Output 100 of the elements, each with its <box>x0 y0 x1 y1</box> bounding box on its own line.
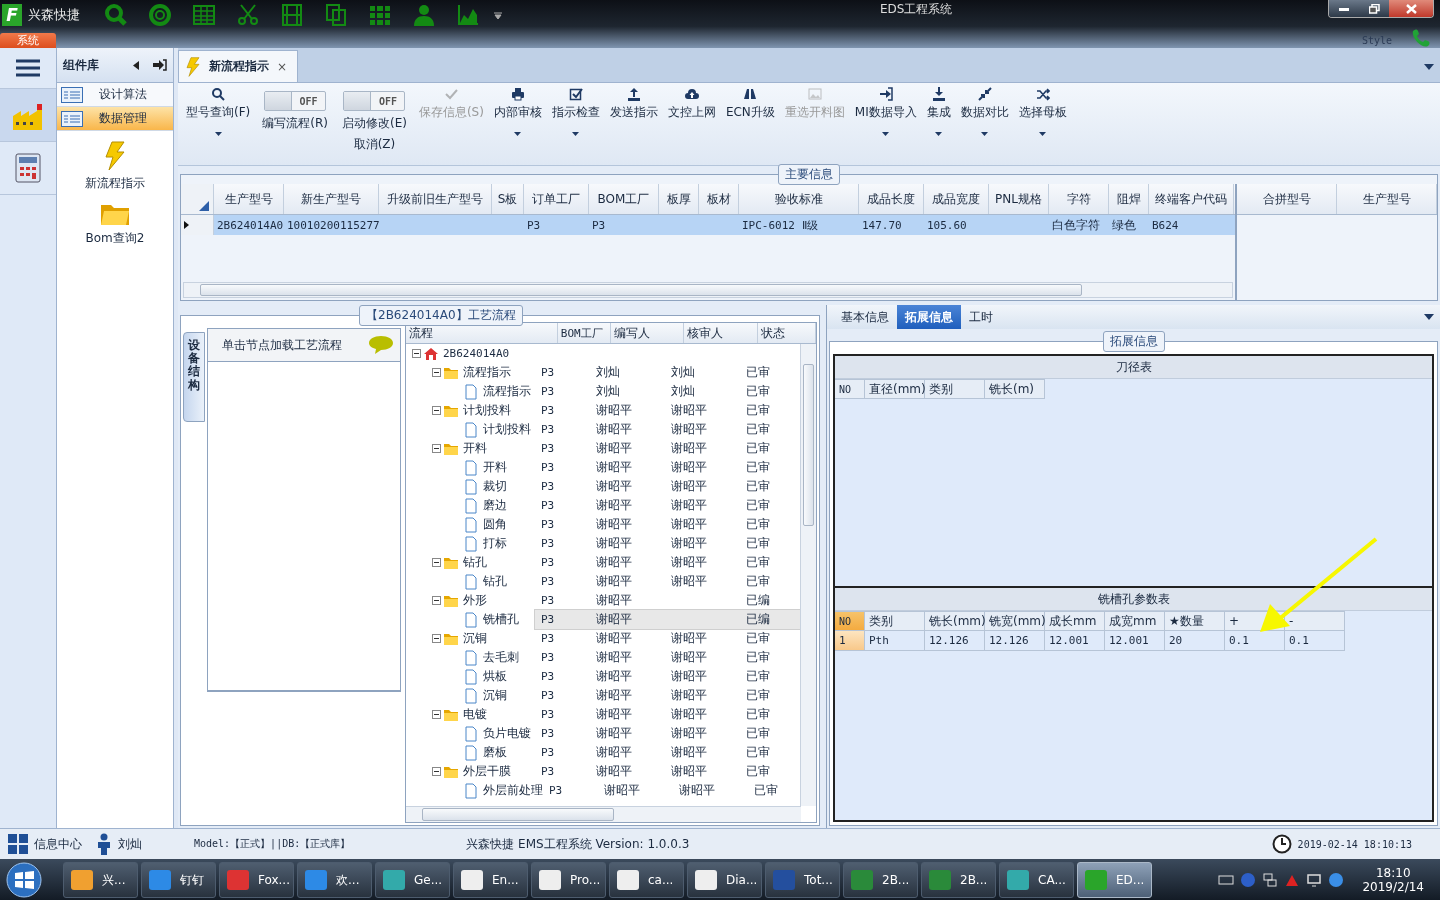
tree-row[interactable]: 磨板 P3 谢昭平 谢昭平 已审 <box>406 743 800 762</box>
grid-icon[interactable] <box>8 834 28 854</box>
toolbar-button[interactable]: 发送指示 <box>605 85 662 123</box>
collapse-icon[interactable] <box>432 558 441 567</box>
person-icon[interactable] <box>412 3 436 27</box>
collapse-icon[interactable] <box>432 767 441 776</box>
collapse-arrow-icon[interactable] <box>133 60 139 70</box>
column-header[interactable]: 合拼型号 <box>1237 184 1337 214</box>
tree-row[interactable]: 钻孔 P3 谢昭平 谢昭平 已审 <box>406 553 800 572</box>
tree-row[interactable]: 沉铜 P3 谢昭平 谢昭平 已审 <box>406 629 800 648</box>
column-header[interactable]: 类别 <box>925 379 985 399</box>
close-button[interactable] <box>1389 0 1433 17</box>
tree-row[interactable]: 计划投料 P3 谢昭平 谢昭平 已审 <box>406 420 800 439</box>
column-header[interactable]: 状态 <box>760 324 785 342</box>
tree-row[interactable]: 外形 P3 谢昭平 已编 <box>406 591 800 610</box>
copy-icon[interactable] <box>324 3 348 27</box>
search-icon[interactable] <box>104 3 128 27</box>
vertical-scrollbar[interactable] <box>800 344 816 806</box>
component-item[interactable]: 数据管理 <box>57 107 173 131</box>
column-header[interactable]: 流程 <box>409 324 433 342</box>
toolbar-button[interactable]: 数据对比 <box>956 85 1013 138</box>
taskbar-button[interactable]: 兴... <box>63 862 138 898</box>
column-header[interactable]: ★数量 <box>1165 611 1225 631</box>
column-header[interactable]: 板材 <box>699 184 739 214</box>
horizontal-scrollbar[interactable] <box>183 282 1233 298</box>
column-header[interactable]: 新生产型号 <box>284 184 379 214</box>
taskbar-button[interactable]: Pro... <box>531 862 606 898</box>
tree-row[interactable]: 磨边 P3 谢昭平 谢昭平 已审 <box>406 496 800 515</box>
column-header[interactable]: 成品长度 <box>859 184 924 214</box>
shortcut-item[interactable]: 新流程指示 <box>57 141 173 192</box>
toggle-switch[interactable]: OFF <box>264 91 327 111</box>
table-row[interactable]: 2B624014A0 10010200115277 P3 P3 IPC-6012 Ⅱ级 147.70 105.60 白色字符 绿色 B624 <box>181 215 1235 235</box>
taskbar-button[interactable]: Ge... <box>375 862 450 898</box>
tab[interactable]: 基本信息 <box>833 305 897 329</box>
collapse-icon[interactable] <box>432 444 441 453</box>
tree-row[interactable]: 2B624014A0 <box>406 344 800 363</box>
toggle-switch[interactable]: OFF <box>343 91 406 111</box>
column-header[interactable]: NO <box>835 379 865 399</box>
column-header[interactable]: 成宽mm <box>1105 611 1165 631</box>
taskbar-clock[interactable]: 18:10 2019/2/14 <box>1362 866 1424 894</box>
tree-row[interactable]: 外层前处理 P3 谢昭平 谢昭平 已审 <box>406 781 800 800</box>
taskbar-button[interactable]: En... <box>453 862 528 898</box>
toolbar-button[interactable]: ECN升级 <box>721 85 779 123</box>
tab-close-button[interactable]: × <box>277 59 288 74</box>
taskbar-button[interactable]: ca... <box>609 862 684 898</box>
tree-row[interactable]: 电镀 P3 谢昭平 谢昭平 已审 <box>406 705 800 724</box>
toolbar-button[interactable]: 指示检查 <box>547 85 604 138</box>
column-header[interactable]: 成长mm <box>1045 611 1105 631</box>
column-header[interactable]: 验收标准 <box>739 184 859 214</box>
overflow-caret-icon[interactable] <box>494 11 502 19</box>
table-icon[interactable] <box>192 3 216 27</box>
tree-row[interactable]: 外层干膜 P3 谢昭平 谢昭平 已审 <box>406 762 800 781</box>
column-header[interactable]: 直径(mm) <box>865 379 925 399</box>
toggle-button[interactable]: OFF 启动修改(E) 取消(Z) <box>335 85 413 155</box>
tree-row[interactable]: 裁切 P3 谢昭平 谢昭平 已审 <box>406 477 800 496</box>
column-header[interactable]: 板厚 <box>659 184 699 214</box>
shortcut-item[interactable]: Bom查询2 <box>57 202 173 247</box>
horizontal-scrollbar[interactable] <box>406 806 801 822</box>
document-tab[interactable]: 新流程指示 × <box>178 50 299 82</box>
tree-row[interactable]: 开料 P3 谢昭平 谢昭平 已审 <box>406 458 800 477</box>
tree-row[interactable]: 钻孔 P3 谢昭平 谢昭平 已审 <box>406 572 800 591</box>
film-icon[interactable] <box>280 3 304 27</box>
column-header[interactable]: 生产型号 <box>214 184 284 214</box>
taskbar-button[interactable]: Dia... <box>687 862 762 898</box>
keyboard-icon[interactable] <box>1218 872 1235 888</box>
tab[interactable]: 拓展信息 <box>897 305 961 329</box>
tree-row[interactable]: 开料 P3 谢昭平 谢昭平 已审 <box>406 439 800 458</box>
toolbar-button[interactable]: 内部审核 <box>489 85 546 138</box>
taskbar-button[interactable]: CA... <box>999 862 1074 898</box>
collapse-icon[interactable] <box>432 406 441 415</box>
grid-icon[interactable] <box>368 3 392 27</box>
tree-row[interactable]: 负片电镀 P3 谢昭平 谢昭平 已审 <box>406 724 800 743</box>
phone-icon[interactable] <box>1410 28 1432 48</box>
taskbar-button[interactable]: ED... <box>1077 862 1152 898</box>
dropdown-caret-icon[interactable] <box>1424 64 1434 70</box>
side-tab[interactable]: 设备结构 <box>183 332 205 422</box>
taskbar-button[interactable]: 2B... <box>921 862 996 898</box>
component-item[interactable]: 设计算法 <box>57 83 173 107</box>
column-header[interactable]: 编写人 <box>614 324 651 342</box>
toolbar-button[interactable]: 选择母板 <box>1014 85 1071 138</box>
monitor-icon[interactable] <box>1306 872 1323 888</box>
start-button[interactable] <box>4 861 44 899</box>
tab[interactable]: 工时 <box>961 305 1001 329</box>
column-header[interactable]: 订单工厂 <box>524 184 589 214</box>
tree-row[interactable]: 圆角 P3 谢昭平 谢昭平 已审 <box>406 515 800 534</box>
tree-row[interactable]: 计划投料 P3 谢昭平 谢昭平 已审 <box>406 401 800 420</box>
chart-icon[interactable] <box>456 3 480 27</box>
column-header[interactable]: 核审人 <box>687 324 724 342</box>
network-icon[interactable] <box>1262 872 1279 888</box>
column-header[interactable]: 生产型号 <box>1337 184 1437 214</box>
dropdown-caret-icon[interactable] <box>1424 314 1434 320</box>
column-header[interactable]: 升级前旧生产型号 <box>379 184 492 214</box>
column-header[interactable]: 铣宽(mm) <box>985 611 1045 631</box>
column-header[interactable]: 阻焊 <box>1109 184 1149 214</box>
column-header[interactable]: 类别 <box>865 611 925 631</box>
tree-row[interactable]: 流程指示 P3 刘灿 刘灿 已审 <box>406 363 800 382</box>
column-header[interactable]: 成品宽度 <box>924 184 989 214</box>
column-header[interactable]: PNL规格 <box>989 184 1049 214</box>
column-header[interactable]: BOM工厂 <box>589 184 659 214</box>
info-center-link[interactable]: 信息中心 <box>34 835 82 853</box>
